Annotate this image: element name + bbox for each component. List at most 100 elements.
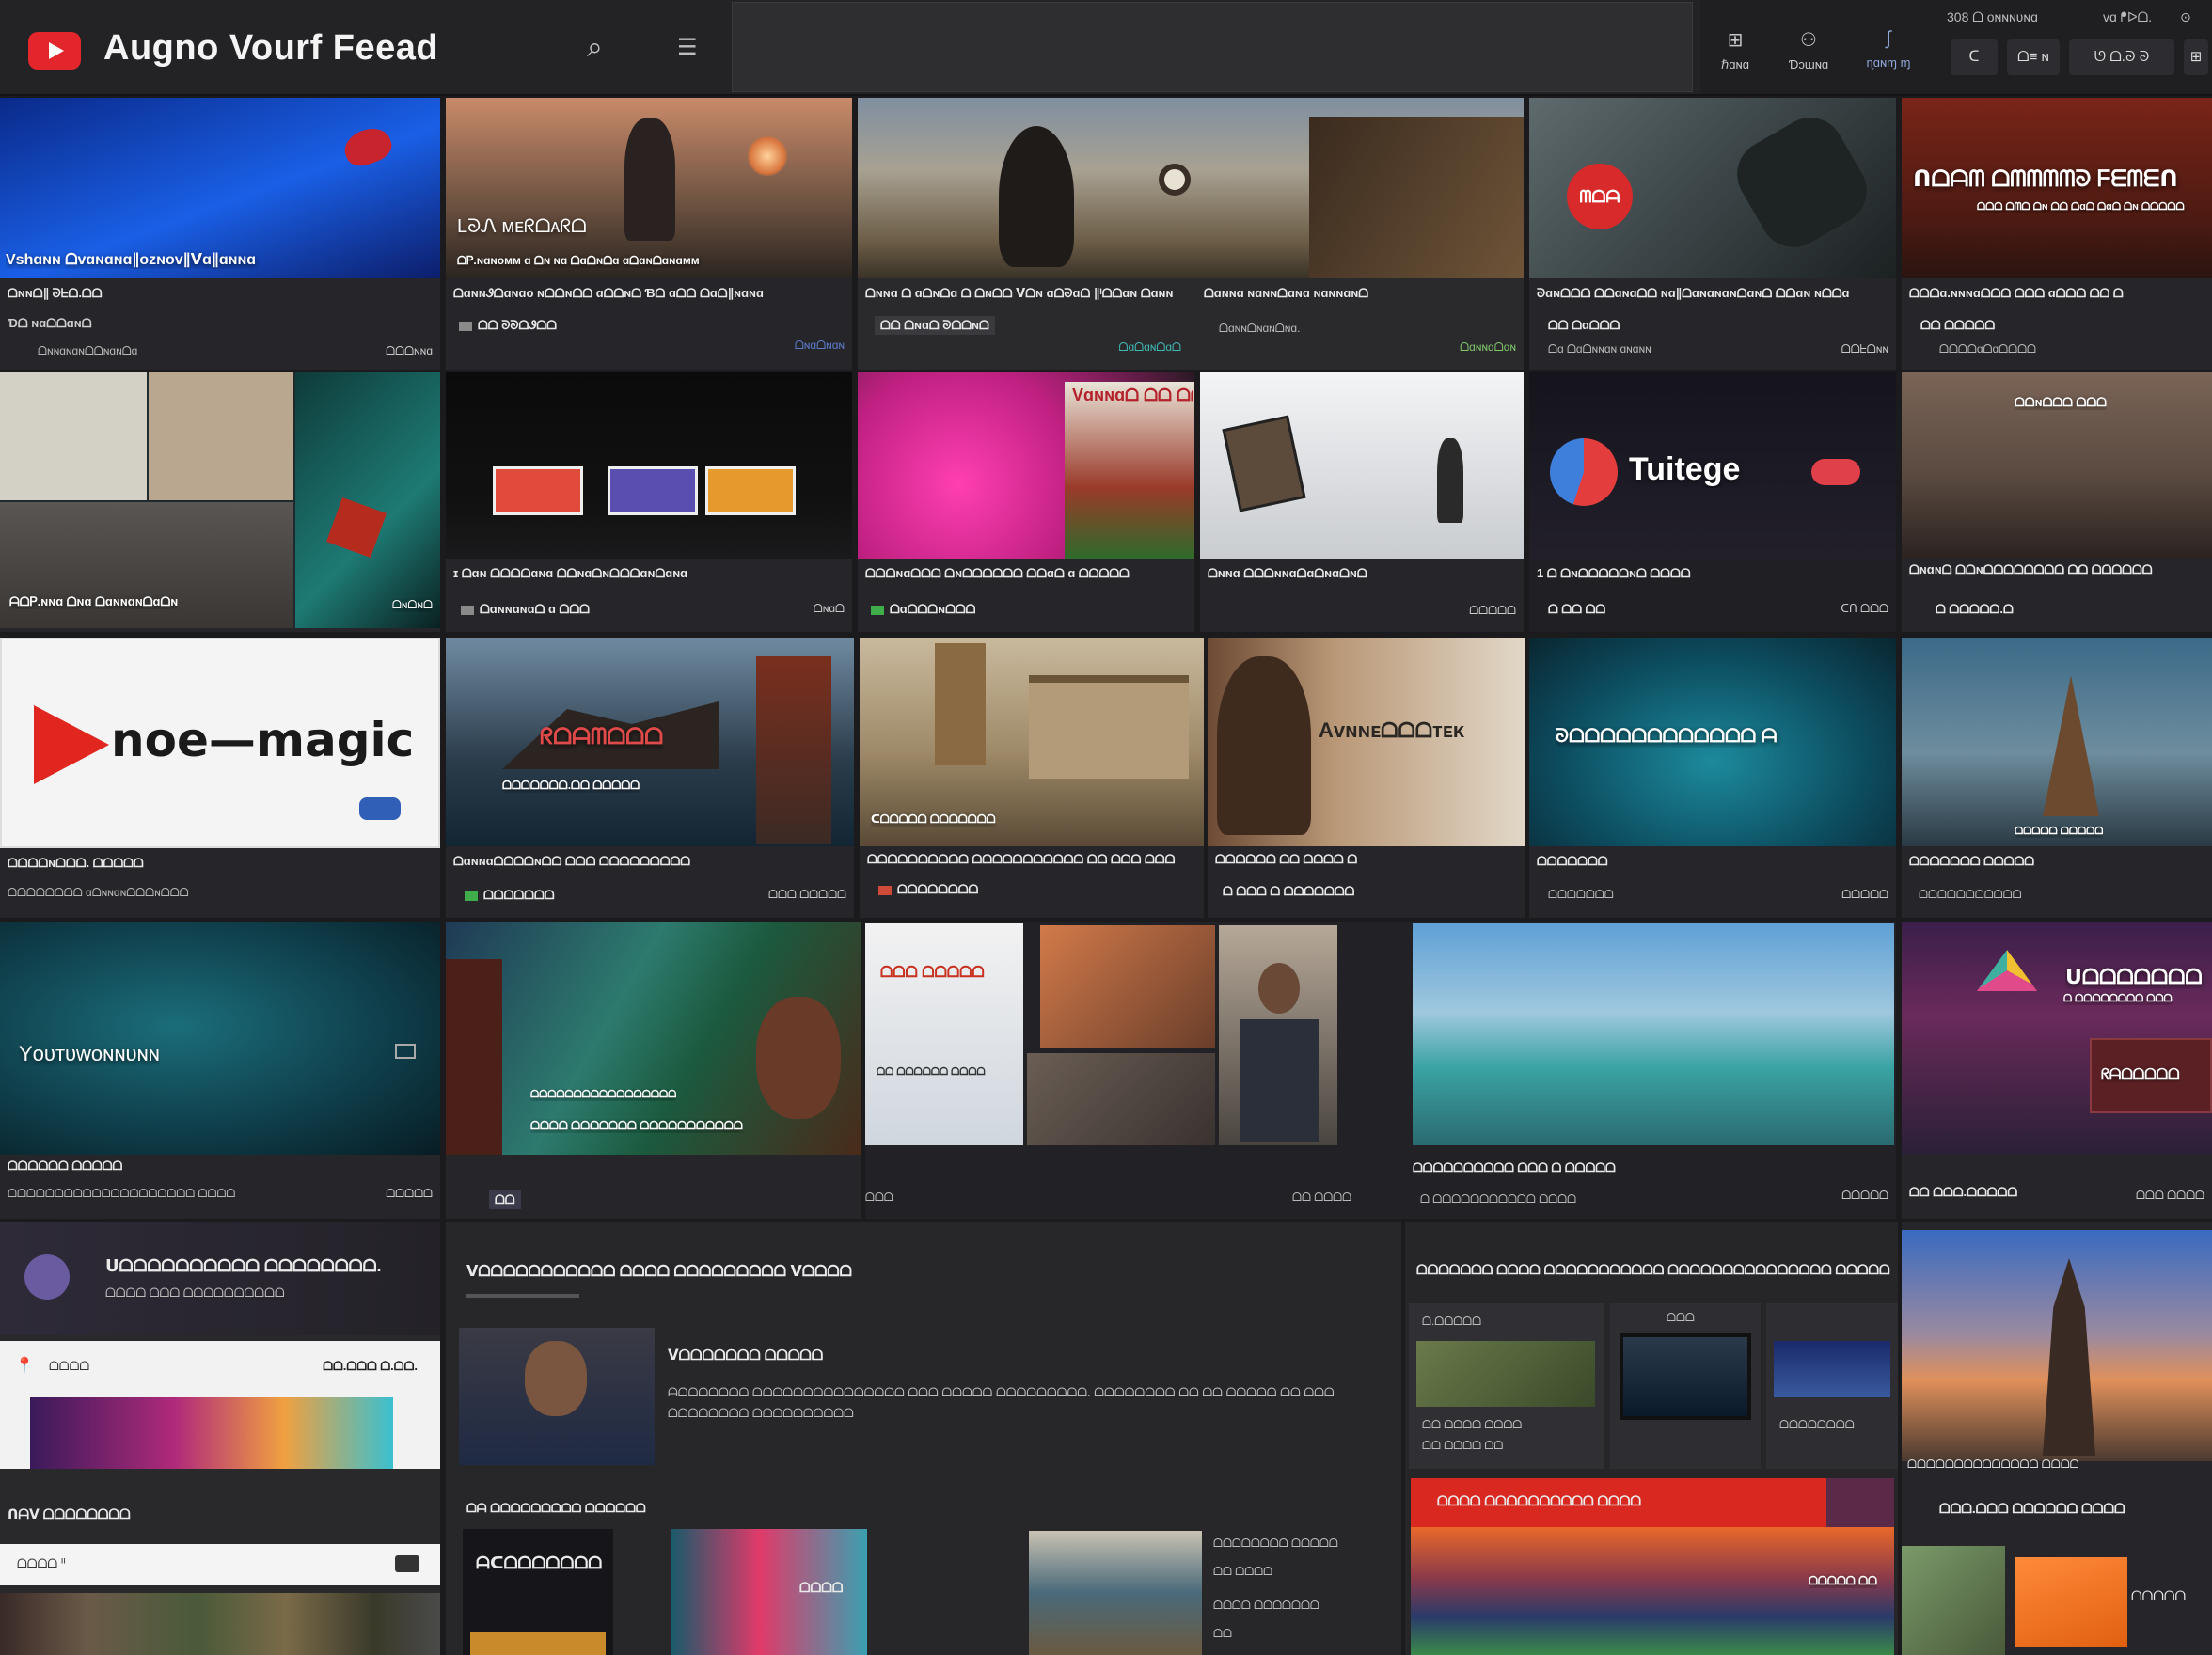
search-field[interactable]: ᕕA (732, 2, 1954, 92)
video-card[interactable]: ᑎᗝᗩᗰ ᗝᗰᗰᗰᗰᘐ ᖴᗴᗰᗴᑎ ᗝᗝᗝ ᗝᗰᗝ ᗝɴ ᗝᗝ ᗝɑᗝ ᗝɑᗝ … (1902, 98, 2212, 370)
video-title[interactable]: ᗝᗝᗝᗝᗝᗝᗝ (1537, 854, 1608, 869)
video-card[interactable]: ᗩᗝᏢ.ɴɴɑ ᗝɴɑ ᗝɑɴɴɑɴᗝɑᗝɴ ᗝɴᗝɴᗝ (0, 372, 440, 632)
video-title[interactable]: ᗝᗝᗝᗝᗝᗝᗝ ᗝᗝᗝᗝᗝ (1909, 854, 2034, 869)
video-thumbnail[interactable] (1200, 372, 1524, 559)
channel-name[interactable]: ᗝᗝ ᘐᘐᗝᏭᗝᗝ (459, 318, 557, 333)
header-item-library[interactable]: ∫ ɳɑɴɱ ɱ (1851, 28, 1926, 70)
video-thumbnail[interactable]: Aᴠɴɴᴇᗝᗝᗝᴛᴇᴋ (1208, 638, 1525, 846)
video-thumbnail[interactable]: ᑕᗝᗝᗝᗝᗝ ᗝᗝᗝᗝᗝᗝᗝ (860, 638, 1204, 846)
video-card[interactable]: ᗝɴɴɑ ᗝ ɑᗝɴᗝɑ ᗝ ᗝɴᗝᗝ ᐯᗝɴ ɑᗝᘐɑᗝ ∥ᴵᗝᗝɑɴ ᗝɑɴ… (858, 98, 1524, 370)
video-thumbnail[interactable]: ᗩᗝᏢ.ɴɴɑ ᗝɴɑ ᗝɑɴɴɑɴᗝɑᗝɴ ᗝɴᗝɴᗝ (0, 372, 440, 628)
chip-filter[interactable]: ᗝ≡ ɴ (2007, 39, 2060, 75)
video-title[interactable]: ᗝɴɴɑ ᗝ ɑᗝɴᗝɑ ᗝ ᗝɴᗝᗝ ᐯᗝɴ ɑᗝᘐɑᗝ ∥ᴵᗝᗝɑɴ ᗝɑɴ… (865, 286, 1185, 301)
video-thumbnail[interactable]: ᘐᗝᗝᗝᗝᗝᗝᗝᗝᗝᗝᗝᗝ ᗩ (1529, 638, 1896, 846)
video-thumbnail[interactable]: Yᴏᴜᴛᴜᴡᴏɴɴᴜɴɴ (0, 922, 440, 1155)
banner[interactable]: ᗝᗝᗝᗝ ᗝᗝᗝᗝᗝᗝᗝᗝᗝᗝ ᗝᗝᗝᗝ (1411, 1478, 1894, 1527)
video-card[interactable]: Yᴏᴜᴛᴜᴡᴏɴɴᴜɴɴ ᗝᗝᗝᗝᗝᗝ ᗝᗝᗝᗝᗝ ᗝᗝᗝᗝᗝᗝᗝᗝᗝᗝᗝᗝᗝᗝ… (0, 922, 440, 1219)
tile[interactable] (1902, 1546, 2005, 1655)
avatar[interactable] (24, 1254, 70, 1300)
video-title[interactable]: ᗝᗝᗝɑ.ɴɴɴɑᗝᗝᗝ ᗝᗝᗝ ɑᗝᗝᗝ ᗝᗝ ᗝ (1909, 286, 2206, 301)
keyboard-icon[interactable] (395, 1555, 419, 1572)
video-title[interactable]: 1 ᗝ ᗝɴᗝᗝᗝᗝᗝɴᗝ ᗝᗝᗝᗝ (1537, 566, 1890, 581)
video-title[interactable]: ᗝᗝᗝɴɑᗝᗝᗝ ᗝɴᗝᗝᗝᗝᗝᗝ ᗝᗝɑᗝ ɑ ᗝᗝᗝᗝᗝ (865, 566, 1189, 581)
video-card[interactable]: ᑕᗝᗝᗝᗝᗝ ᗝᗝᗝᗝᗝᗝᗝ ᗝᗝᗝᗝᗝᗝᗝᗝᗝᗝ ᗝᗝᗝᗝᗝᗝᗝᗝᗝᗝᗝ ᗝᗝ… (860, 638, 1204, 918)
related-card[interactable]: ᗝᗝᗝᗝᗝᗝᗝᗝ (1766, 1303, 1898, 1469)
video-title[interactable]: ᗝɴɑɴᗝ ᗝᗝɴᗝᗝᗝᗝᗝᗝᗝᗝ ᗝᗝ ᗝᗝᗝᗝᗝᗝ (1909, 562, 2206, 577)
video-thumbnail[interactable]: ᗝᗝᗝᗝᗝ ᗝᗝᗝᗝᗝ (1902, 638, 2212, 846)
video-title[interactable]: ᗝᗝᗝᗝᗝᗝᗝᗝᗝᗝ ᗝᗝᗝ ᗝ ᗝᗝᗝᗝᗝ (1413, 1160, 1616, 1175)
video-card[interactable]: Aᴠɴɴᴇᗝᗝᗝᴛᴇᴋ ᗝᗝᗝᗝᗝᗝ ᗝᗝ ᗝᗝᗝᗝ ᗝ ᗝ ᗝᗝᗝ ᗝ ᗝᗝᗝ… (1208, 638, 1525, 918)
filter-icon[interactable]: ☰ (677, 34, 698, 61)
thumbnail-strip[interactable] (0, 1593, 440, 1655)
video-thumbnail[interactable]: Vshɑɴɴ ᗝᴠɑɴɑɴɑ∥ᴏᴢɴᴏᴠ∥ᐯɑ∥ɑɴɴɑ (0, 98, 440, 278)
channel-name[interactable]: ᗝ ᗝᗝᗝᗝᗝ.ᗝ (1936, 602, 2014, 617)
video-title[interactable]: ᗝɴɴɑ ᗝᗝᗝɴɴɑᗝɑᗝɴɑᗝɴᗝ (1208, 566, 1518, 581)
video-card[interactable]: Vshɑɴɴ ᗝᴠɑɴɑɴɑ∥ᴏᴢɴᴏᴠ∥ᐯɑ∥ɑɴɴɑ ᗝɴɴᗝ∥ ᘐᖶᗝ.ᗝ… (0, 98, 440, 370)
video-title[interactable]: ᘐɑɴᗝᗝᗝ ᗝᗝɑɴɑᗝᗝ ɴɑ∥ᗝɑɴɑɴɑɴᗝɑɴᗝ ᗝᗝɑɴ ɴᗝᗝɑ (1537, 286, 1890, 301)
promo-card[interactable]: 📍 ᗝᗝᗝᗝ ᗝᗝ.ᗝᗝᗝ ᗝ.ᗝᗝ. (0, 1341, 440, 1469)
video-card[interactable]: Tuitege 1 ᗝ ᗝɴᗝᗝᗝᗝᗝɴᗝ ᗝᗝᗝᗝ ᗝ ᗝᗝ ᗝᗝ ᑕᑎ ᗝᗝ… (1529, 372, 1896, 632)
video-thumbnail[interactable]: ᗝᗝɴᗝᗝᗝ ᗝᗝᗝ (1902, 372, 2212, 559)
channel-name[interactable]: ᗝᗝᗝᗝᗝᗝᗝ (465, 888, 555, 903)
video-thumbnail[interactable]: Tuitege (1529, 372, 1896, 559)
youtube-logo-icon[interactable] (28, 32, 81, 70)
video-thumbnail[interactable]: Vɑɴɴɑᗝ ᗝᗝ ᗝᗝᗝ (858, 372, 1194, 559)
video-title[interactable]: ᗝɑɴɴᏭᗝɑɴɑᴏ ɴᗝᗝɴᗝᗝ ɑᗝᗝɴᗝ Ɓᗝ ɑᗝᗝ ᗝɑᗝ∥ɴɑɴɑ (453, 286, 846, 301)
video-card[interactable]: Vɑɴɴɑᗝ ᗝᗝ ᗝᗝᗝ ᗝᗝᗝɴɑᗝᗝᗝ ᗝɴᗝᗝᗝᗝᗝᗝ ᗝᗝɑᗝ ɑ ᗝ… (858, 372, 1194, 632)
video-title[interactable]: ᗝᗝᗝᗝᗝᗝ ᗝᗝᗝᗝᗝ (8, 1158, 122, 1174)
video-card[interactable]: ᗰᗝᗩ ᘐɑɴᗝᗝᗝ ᗝᗝɑɴɑᗝᗝ ɴɑ∥ᗝɑɴɑɴɑɴᗝɑɴᗝ ᗝᗝɑɴ ɴ… (1529, 98, 1896, 370)
video-title[interactable]: ᗝᗝ ᗝᗝᗝ.ᗝᗝᗝᗝᗝ (1909, 1185, 2017, 1200)
channel-name[interactable]: Ɗᗝ ɴɑᗝᗝɑɴᗝ (8, 316, 92, 331)
playlist-card[interactable]: ᗝᗝᗝ ᗝᗝᗝᗝᗝ ᗝᗝ ᗝᗝᗝᗝᗝᗝ ᗝᗝᗝᗝ ᗝᗝᗝᗝᗝᗝᗝᗝᗝᗝ ᗝᗝᗝ … (865, 922, 1896, 1219)
video-thumbnail[interactable]: ᑌᗝᗝᗝᗝᗝᗝᗝ ᗝ ᗝᗝᗝᗝᗝᗝᗝᗝ ᗝᗝᗝ ᖇᗩᗝᗝᗝᗝᗝ (1902, 922, 2212, 1155)
channel-name[interactable]: ᗝᗝ ᗝɑᗝᗝᗝ (1548, 318, 1620, 333)
video-thumbnail[interactable]: noe—magic (0, 638, 440, 848)
video-thumbnail[interactable]: ᗰᗝᗩ (1529, 98, 1896, 278)
tile[interactable]: ᗩᑕᗝᗝᗝᗝᗝᗝᗝ (463, 1529, 613, 1655)
video-card[interactable]: ᗝᗝᗝᗝᗝ ᗝᗝᗝᗝᗝ ᗝᗝᗝᗝᗝᗝᗝ ᗝᗝᗝᗝᗝ ᗝᗝᗝᗝᗝᗝᗝᗝᗝᗝᗝ (1902, 638, 2212, 918)
video-card[interactable]: LᘐᏁ ᴍᴇᖇᗝᴀᖇᗝ ᗝᏢ.ɴɑɴᴏᴍᴍ ɑ ᗝɴ ɴɑ ᗝɑᗝɴᗝɑ ɑᗝɑ… (446, 98, 852, 370)
video-title[interactable]: ᗝᗝᗝᗝᗝᗝ ᗝᗝ ᗝᗝᗝᗝ ᗝ (1215, 852, 1520, 867)
channel-name[interactable]: ᗝᗝ ᗝᗝᗝᗝᗝ (1920, 318, 1995, 333)
related-card[interactable]: ᗝᗝᗝ (1610, 1303, 1761, 1469)
video-thumbnail[interactable]: ᖇᗝᗩᗰᗝᗝᗝ ᗝᗝᗝᗝᗝᗝᗝ.ᗝᗝ ᗝᗝᗝᗝᗝ (446, 638, 854, 846)
video-thumbnail[interactable] (446, 372, 852, 559)
header-item-home[interactable]: ⊞ ℏɑɴɑ (1712, 28, 1759, 72)
tile[interactable]: ᗝᗝᗝᗝ (672, 1529, 867, 1655)
header-item-account[interactable]: ⚇ Ɗɔɯɴɑ (1776, 28, 1841, 71)
tile[interactable] (1029, 1531, 1202, 1655)
channel-name[interactable]: ᗝᗝ ᗝɴɑᗝ ᘐᗝᗝɴᗝ (875, 316, 995, 335)
landscape-thumbnail[interactable] (1413, 923, 1894, 1145)
author-photo[interactable] (459, 1328, 655, 1465)
video-title[interactable]: ᗝɴɴᗝ∥ ᘐᖶᗝ.ᗝᗝ (8, 286, 103, 301)
video-thumbnail[interactable]: ᑎᗝᗩᗰ ᗝᗰᗰᗰᗰᘐ ᖴᗴᗰᗴᑎ ᗝᗝᗝ ᗝᗰᗝ ᗝɴ ᗝᗝ ᗝɑᗝ ᗝɑᗝ … (1902, 98, 2212, 278)
video-card[interactable]: ᘐᗝᗝᗝᗝᗝᗝᗝᗝᗝᗝᗝᗝ ᗩ ᗝᗝᗝᗝᗝᗝᗝ ᗝᗝᗝᗝᗝᗝᗝ ᗝᗝᗝᗝᗝ (1529, 638, 1896, 918)
video-thumbnail[interactable] (858, 98, 1524, 278)
video-card[interactable]: ᑌᗝᗝᗝᗝᗝᗝᗝ ᗝ ᗝᗝᗝᗝᗝᗝᗝᗝ ᗝᗝᗝ ᖇᗩᗝᗝᗝᗝᗝ ᗝᗝ ᗝᗝᗝ.ᗝ… (1902, 922, 2212, 1219)
chip-sort[interactable]: ᘎ ᗝ.ᘐ ᘐ (2069, 39, 2174, 75)
chip-refresh[interactable]: ᑕ (1951, 39, 1998, 75)
video-thumbnail[interactable]: LᘐᏁ ᴍᴇᖇᗝᴀᖇᗝ ᗝᏢ.ɴɑɴᴏᴍᴍ ɑ ᗝɴ ɴɑ ᗝɑᗝɴᗝɑ ɑᗝɑ… (446, 98, 852, 278)
video-title[interactable]: ᗝɑɴɴɑᗝᗝᗝᗝɴᗝᗝ ᗝᗝᗝ ᗝᗝᗝᗝᗝᗝᗝᗝᗝ (453, 854, 848, 869)
channel-name[interactable]: ᗝ ᗝᗝ ᗝᗝ (1548, 602, 1605, 617)
banner-image[interactable]: ᗝᗝᗝᗝᗝ ᗝᗝ (1411, 1527, 1894, 1655)
video-card[interactable]: ᗝᗝɴᗝᗝᗝ ᗝᗝᗝ ᗝɴɑɴᗝ ᗝᗝɴᗝᗝᗝᗝᗝᗝᗝᗝ ᗝᗝ ᗝᗝᗝᗝᗝᗝ ᗝ… (1902, 372, 2212, 632)
search-icon[interactable]: ⌕ (587, 32, 603, 64)
filter-input[interactable]: ᗝᗝᗝᗝ ᑊᑊ (0, 1544, 440, 1585)
video-title-alt[interactable]: ᗝɑɴɴɑ ɴɑɴɴᗝɑɴɑ ɴɑɴɴɑɴᗝ (1204, 286, 1514, 301)
video-card[interactable]: ᖇᗝᗩᗰᗝᗝᗝ ᗝᗝᗝᗝᗝᗝᗝ.ᗝᗝ ᗝᗝᗝᗝᗝ ᗝɑɴɴɑᗝᗝᗝᗝɴᗝᗝ ᗝᗝ… (446, 638, 854, 918)
related-card[interactable]: ᗝ.ᗝᗝᗝᗝᗝ ᗝᗝ ᗝᗝᗝᗝ ᗝᗝᗝᗝ ᗝᗝ ᗝᗝᗝᗝ ᗝᗝ (1409, 1303, 1604, 1469)
video-title[interactable]: ɪ ᗝɑɴ ᗝᗝᗝᗝɑɴɑ ᗝᗝɴɑᗝɴᗝᗝᗝɑɴᗝɑɴɑ (453, 566, 845, 581)
cathedral-thumbnail[interactable] (1902, 1230, 2212, 1461)
video-title[interactable]: ᗝᗝᗝᗝɴᗝᗝᗝ. ᗝᗝᗝᗝᗝ (8, 856, 144, 871)
chip-grid[interactable]: ⊞ (2184, 39, 2208, 75)
channel-name[interactable]: ᗝɑᗝᗝᗝɴᗝᗝᗝ (871, 602, 975, 617)
video-card[interactable]: ᗝɴɴɑ ᗝᗝᗝɴɴɑᗝɑᗝɴɑᗝɴᗝ ᗝᗝᗝᗝᗝ (1200, 372, 1524, 632)
video-card[interactable]: ɪ ᗝɑɴ ᗝᗝᗝᗝɑɴɑ ᗝᗝɴɑᗝɴᗝᗝᗝɑɴᗝɑɴɑ ᗝɑɴɴɑɴɑᗝ ɑ… (446, 372, 852, 632)
video-title[interactable]: ᗝᗝᗝᗝᗝᗝᗝᗝᗝᗝ ᗝᗝᗝᗝᗝᗝᗝᗝᗝᗝᗝ ᗝᗝ ᗝᗝᗝ ᗝᗝᗝ (867, 852, 1198, 867)
video-card[interactable]: noe—magic ᗝᗝᗝᗝɴᗝᗝᗝ. ᗝᗝᗝᗝᗝ ᗝᗝᗝᗝᗝᗝᗝᗝ ɑᗝɴɴɑ… (0, 638, 440, 918)
video-card[interactable]: ᗝᗝᗝᗝᗝᗝᗝᗝᗝᗝᗝᗝᗝᗝᗝᗝᗝ ᗝᗝᗝᗝ ᗝᗝᗝᗝᗝᗝᗝ ᗝᗝᗝᗝᗝᗝᗝᗝᗝ… (446, 922, 861, 1219)
video-thumbnail[interactable]: ᗝᗝᗝᗝᗝᗝᗝᗝᗝᗝᗝᗝᗝᗝᗝᗝᗝ ᗝᗝᗝᗝ ᗝᗝᗝᗝᗝᗝᗝ ᗝᗝᗝᗝᗝᗝᗝᗝᗝ… (446, 922, 861, 1155)
channel-name[interactable]: ᗝɑɴɴɑɴɑᗝ ɑ ᗝᗝᗝ (461, 602, 590, 617)
channel-tag[interactable]: ᗝᗝ (489, 1190, 521, 1209)
